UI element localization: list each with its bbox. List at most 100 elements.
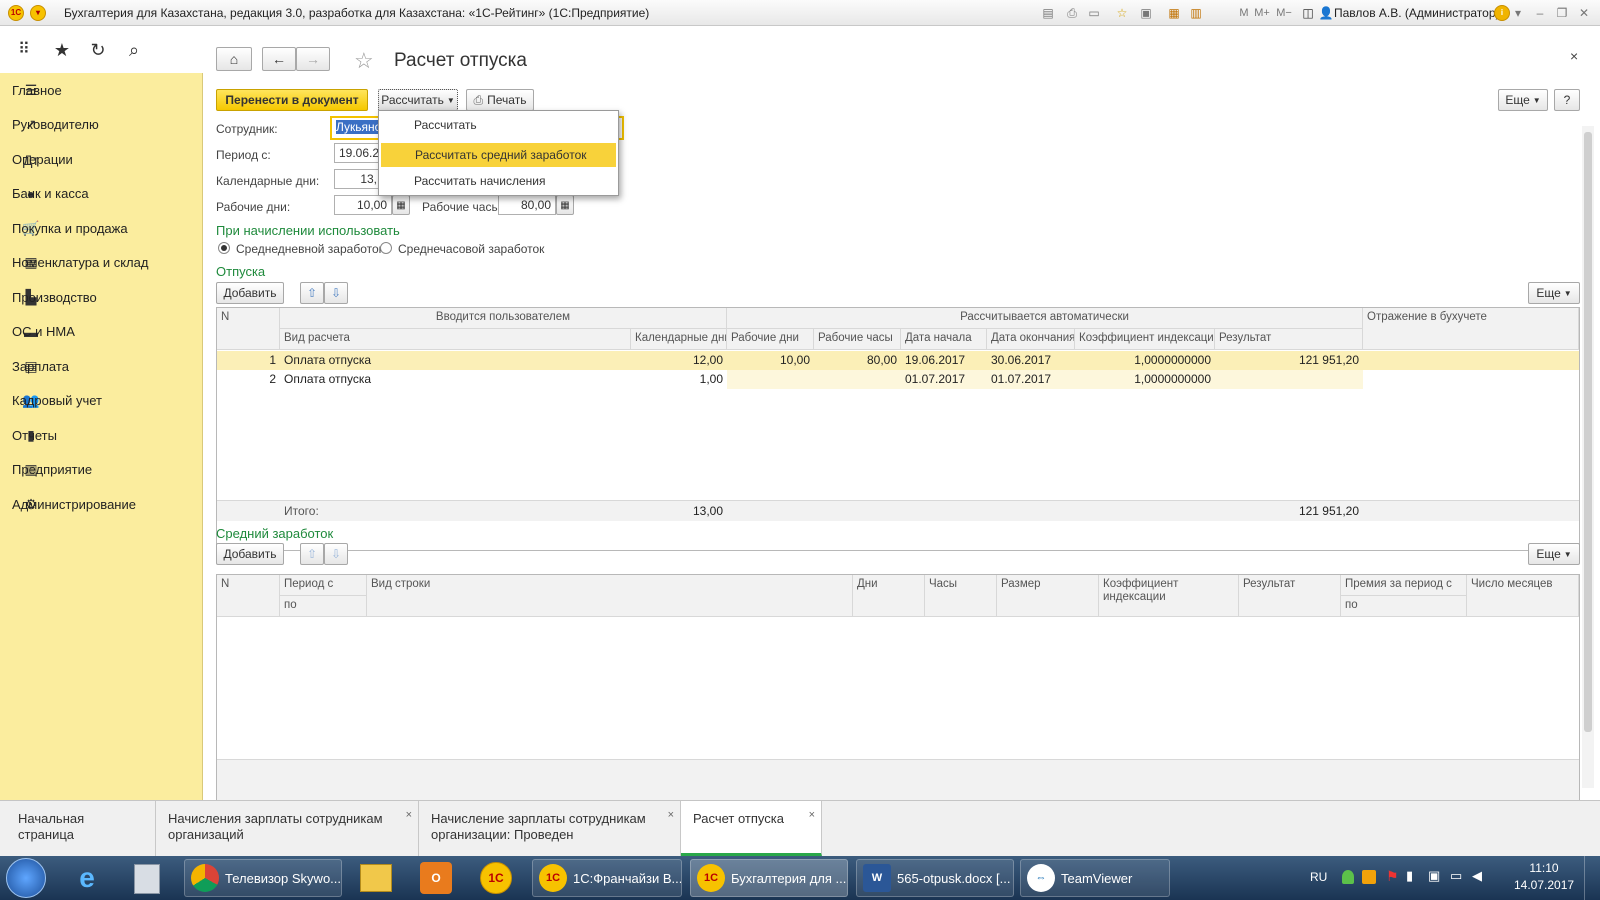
sidebar-item-purchase[interactable]: 🛒 Покупка и продажа: [0, 211, 203, 246]
taskbar-1c-franchise[interactable]: 1С 1С:Франчайзи В...: [532, 859, 682, 897]
col-coef[interactable]: Коэффициент индексации: [1099, 575, 1239, 617]
work-days-field[interactable]: 10,00: [334, 195, 392, 215]
calculator-icon[interactable]: ▦: [392, 195, 410, 215]
tray-battery-icon[interactable]: ▭: [1450, 868, 1462, 884]
language-indicator[interactable]: RU: [1310, 870, 1327, 884]
sidebar-item-operations[interactable]: Дт Операции: [0, 142, 203, 177]
col-days[interactable]: Дни: [853, 575, 925, 617]
close-tab-icon[interactable]: ×: [406, 807, 412, 823]
close-tab-icon[interactable]: ×: [668, 807, 674, 823]
radio-hourly[interactable]: [380, 242, 392, 254]
home-button[interactable]: ⌂: [216, 47, 252, 71]
sidebar-item-production[interactable]: ▙ Производство: [0, 280, 203, 315]
menu-item-calculate[interactable]: Рассчитать: [380, 113, 617, 137]
chevron-down-icon[interactable]: ▾: [1510, 5, 1526, 21]
col-reflection[interactable]: Отражение в бухучете: [1363, 308, 1579, 350]
calculator-icon[interactable]: ▦: [1166, 5, 1182, 21]
tab-payroll-doc[interactable]: Начисление зарплаты сотрудникам организа…: [419, 801, 681, 856]
close-form-icon[interactable]: ×: [1570, 48, 1578, 64]
form-scrollbar[interactable]: [1582, 126, 1594, 788]
tab-vacation-calc[interactable]: Расчет отпуска ×: [681, 801, 822, 856]
sidebar-item-main[interactable]: ☰ Главное: [0, 73, 203, 108]
memory-icon[interactable]: M: [1236, 5, 1252, 21]
col-n[interactable]: N: [217, 308, 280, 350]
transfer-to-document-button[interactable]: Перенести в документ: [216, 89, 368, 111]
print-icon[interactable]: ⎙: [1064, 5, 1080, 21]
taskbar-chrome[interactable]: Телевизор Skywo...: [184, 859, 342, 897]
current-user[interactable]: Павлов А.В. (Администратор): [1334, 6, 1500, 20]
move-up-icon[interactable]: ⇧: [300, 282, 324, 304]
tray-user-icon[interactable]: [1342, 870, 1354, 884]
radio-daily[interactable]: [218, 242, 230, 254]
clock-time[interactable]: 11:10: [1514, 861, 1574, 875]
work-hours-field[interactable]: 80,00: [498, 195, 556, 215]
close-tab-icon[interactable]: ×: [809, 807, 815, 823]
menu-item-calc-avg-earnings[interactable]: Рассчитать средний заработок: [381, 143, 616, 167]
sidebar-item-admin[interactable]: ⚙ Администрирование: [0, 487, 203, 522]
sidebar-item-bank[interactable]: ● Банк и касса: [0, 176, 203, 211]
col-bonus[interactable]: Премия за период с: [1341, 575, 1467, 596]
taskbar-teamviewer[interactable]: ⇔ TeamViewer: [1020, 859, 1170, 897]
sidebar-item-manager[interactable]: ↗ Руководителю: [0, 107, 203, 142]
col-result[interactable]: Результат: [1215, 329, 1363, 350]
apps-grid-icon[interactable]: ⠿: [12, 38, 36, 62]
outlook-icon[interactable]: O: [420, 862, 452, 894]
sidebar-item-hr[interactable]: 👥 Кадровый учет: [0, 383, 203, 418]
memory-minus-icon[interactable]: M−: [1276, 5, 1292, 21]
minimize-icon[interactable]: –: [1532, 5, 1548, 21]
col-date-start[interactable]: Дата начала: [901, 329, 987, 350]
calendar-icon[interactable]: ▥: [1188, 5, 1204, 21]
onec-launcher-icon[interactable]: 1С: [480, 862, 512, 894]
add-avg-button[interactable]: Добавить: [216, 543, 284, 565]
ie-icon[interactable]: e: [70, 862, 104, 896]
col-period[interactable]: Период с: [280, 575, 367, 596]
favorite-star-icon[interactable]: ☆: [354, 48, 374, 74]
search-icon[interactable]: ⌕: [122, 38, 146, 62]
tab-home[interactable]: Начальная страница: [6, 801, 156, 856]
vacations-more-button[interactable]: Еще ▼: [1528, 282, 1580, 304]
add-vacation-button[interactable]: Добавить: [216, 282, 284, 304]
back-button[interactable]: ←: [262, 47, 296, 71]
calendar-days-field[interactable]: 13,: [334, 169, 382, 189]
taskbar-1c-accounting[interactable]: 1С Бухгалтерия для ...: [690, 859, 848, 897]
tray-flag-icon[interactable]: ⚑: [1386, 868, 1399, 885]
col-months[interactable]: Число месяцев: [1467, 575, 1579, 617]
print-button[interactable]: ⎙ Печать: [466, 89, 534, 111]
tray-app-icon[interactable]: [1362, 870, 1376, 884]
calculator-app-icon[interactable]: [134, 864, 160, 894]
tray-monitor-icon[interactable]: ▣: [1428, 868, 1440, 884]
forward-button[interactable]: →: [296, 47, 330, 71]
move-down-icon[interactable]: ⇩: [324, 543, 348, 565]
sidebar-item-reports[interactable]: ▮ Отчеты: [0, 418, 203, 453]
history-icon[interactable]: ↻: [86, 38, 110, 62]
col-bonus-to[interactable]: по: [1341, 596, 1467, 617]
calculator-icon[interactable]: ▦: [556, 195, 574, 215]
panel-icon[interactable]: ◫: [1300, 5, 1316, 21]
sidebar-item-warehouse[interactable]: ▦ Номенклатура и склад: [0, 245, 203, 280]
col-date-end[interactable]: Дата окончания: [987, 329, 1075, 350]
clock-date[interactable]: 14.07.2017: [1514, 878, 1574, 892]
col-work-hours[interactable]: Рабочие часы: [814, 329, 901, 350]
col-result[interactable]: Результат: [1239, 575, 1341, 617]
more-button[interactable]: Еще ▼: [1498, 89, 1548, 111]
show-desktop-button[interactable]: [1584, 856, 1600, 900]
col-hours[interactable]: Часы: [925, 575, 997, 617]
link-icon[interactable]: ▣: [1138, 5, 1154, 21]
avg-more-button[interactable]: Еще ▼: [1528, 543, 1580, 565]
main-menu-icon[interactable]: ▾: [30, 5, 46, 21]
star-icon[interactable]: ★: [50, 38, 74, 62]
favorites-icon[interactable]: ☆: [1114, 5, 1130, 21]
col-period-to[interactable]: по: [280, 596, 367, 617]
close-window-icon[interactable]: ✕: [1576, 5, 1592, 21]
maximize-icon[interactable]: ❐: [1554, 5, 1570, 21]
col-size[interactable]: Размер: [997, 575, 1099, 617]
tray-network-icon[interactable]: ▮: [1406, 868, 1413, 884]
col-type[interactable]: Вид расчета: [280, 329, 631, 350]
preview-icon[interactable]: ▭: [1086, 5, 1102, 21]
memory-plus-icon[interactable]: M+: [1254, 5, 1270, 21]
sidebar-item-enterprise[interactable]: ▥ Предприятие: [0, 452, 203, 487]
tray-volume-icon[interactable]: ◀: [1472, 868, 1482, 884]
folder-icon[interactable]: [360, 864, 392, 892]
save-icon[interactable]: ▤: [1040, 5, 1056, 21]
taskbar-word[interactable]: W 565-otpusk.docx [...: [856, 859, 1014, 897]
